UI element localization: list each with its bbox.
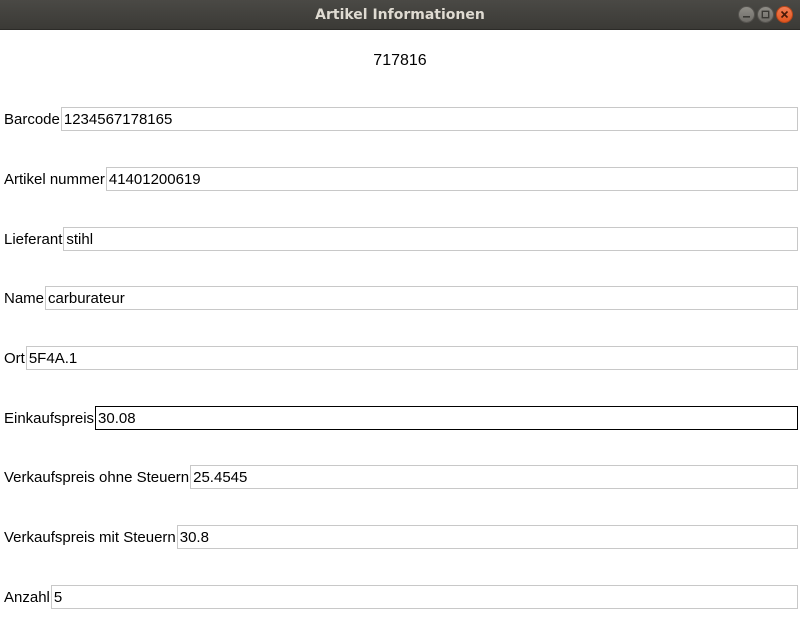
ort-field[interactable] xyxy=(25,346,798,370)
title-bar[interactable]: Artikel Informationen xyxy=(0,0,800,30)
barcode-field[interactable] xyxy=(60,107,798,131)
minimize-icon xyxy=(743,16,750,18)
lieferant-field[interactable] xyxy=(63,227,798,251)
maximize-button[interactable] xyxy=(757,6,774,23)
name-field[interactable] xyxy=(45,286,798,310)
anzahl-label: Anzahl xyxy=(4,588,50,606)
form-content: 717816 Barcode Artikel nummer Lieferant … xyxy=(0,30,800,630)
anzahl-row: Anzahl xyxy=(4,584,798,610)
lieferant-row: Lieferant xyxy=(4,226,798,252)
name-label: Name xyxy=(4,289,45,307)
verkaufspreis-mit-row: Verkaufspreis mit Steuern xyxy=(4,524,798,550)
lieferant-label: Lieferant xyxy=(4,230,63,248)
maximize-icon xyxy=(761,10,770,19)
artikel-nummer-field[interactable] xyxy=(105,167,798,191)
name-row: Name xyxy=(4,285,798,311)
barcode-label: Barcode xyxy=(4,110,60,128)
verkaufspreis-ohne-row: Verkaufspreis ohne Steuern xyxy=(4,464,798,490)
verkaufspreis-ohne-field[interactable] xyxy=(190,465,798,489)
einkaufspreis-row: Einkaufspreis xyxy=(4,405,798,431)
verkaufspreis-mit-field[interactable] xyxy=(176,525,798,549)
ort-label: Ort xyxy=(4,349,25,367)
artikel-nummer-row: Artikel nummer xyxy=(4,166,798,192)
anzahl-field[interactable] xyxy=(50,585,798,609)
close-icon xyxy=(780,10,789,19)
barcode-row: Barcode xyxy=(4,106,798,132)
close-button[interactable] xyxy=(776,6,793,23)
einkaufspreis-label: Einkaufspreis xyxy=(4,409,95,427)
article-info-window: Artikel Informationen 717816 Barcode Art… xyxy=(0,0,800,630)
verkaufspreis-mit-label: Verkaufspreis mit Steuern xyxy=(4,528,176,546)
ort-row: Ort xyxy=(4,345,798,371)
verkaufspreis-ohne-label: Verkaufspreis ohne Steuern xyxy=(4,468,190,486)
article-id-heading: 717816 xyxy=(373,52,427,69)
einkaufspreis-field[interactable] xyxy=(95,406,798,430)
minimize-button[interactable] xyxy=(738,6,755,23)
artikel-nummer-label: Artikel nummer xyxy=(4,170,105,188)
window-title: Artikel Informationen xyxy=(315,7,485,23)
